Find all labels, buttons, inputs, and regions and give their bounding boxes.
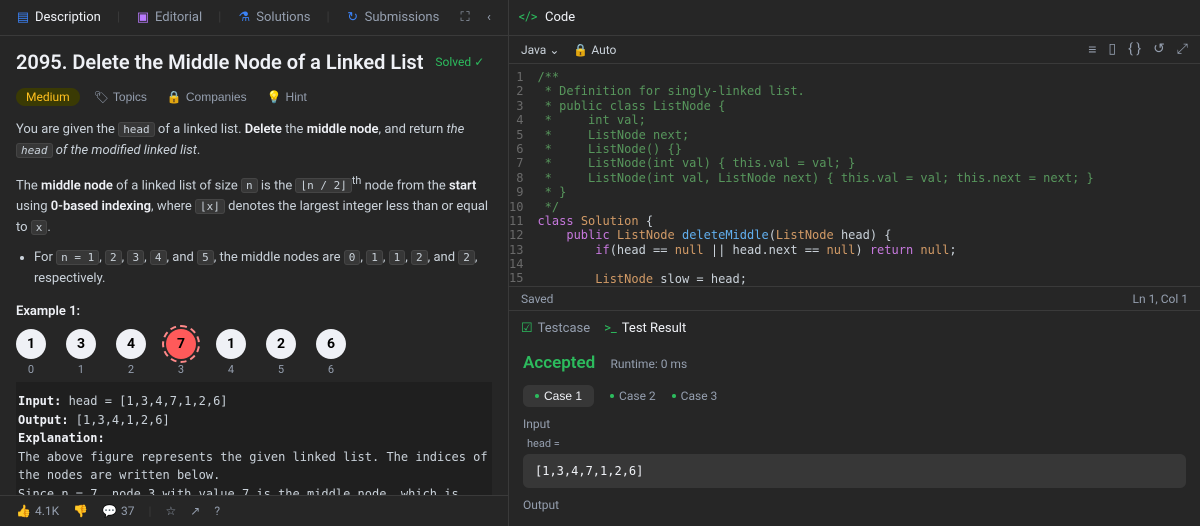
result-panel: ☑Testcase >_Test Result Accepted Runtime… — [509, 310, 1200, 526]
topics-button[interactable]: 🏷Topics — [88, 88, 153, 106]
check-icon: ✓ — [474, 55, 484, 69]
braces-icon[interactable]: { } — [1128, 41, 1141, 58]
tab-testcase[interactable]: ☑Testcase — [521, 321, 590, 336]
list-node: 4 — [116, 329, 146, 359]
list-node-index: 4 — [228, 363, 234, 376]
example-1-block: Input: head = [1,3,4,7,1,2,6] Output: [1… — [16, 382, 492, 495]
code-panel: </> Code Java⌄ 🔒Auto ≡ ▯ { } ↺ ⤢ 1234567… — [508, 0, 1200, 526]
lock-icon: 🔒 — [167, 90, 182, 104]
bulb-icon: 💡 — [267, 90, 282, 104]
comments-button[interactable]: 💬37 — [102, 504, 134, 518]
like-button[interactable]: 👍4.1K — [16, 504, 59, 518]
input-label: Input — [523, 417, 1186, 431]
case-3-button[interactable]: Case 3 — [672, 389, 718, 403]
description-body: 2095. Delete the Middle Node of a Linked… — [0, 36, 508, 495]
star-icon: ☆ — [165, 504, 176, 518]
code-header: </> Code — [509, 0, 1200, 36]
fullscreen-icon[interactable]: ⤢ — [1177, 41, 1188, 58]
question-icon: ? — [214, 504, 220, 518]
saved-status: Saved — [521, 292, 553, 306]
hint-button[interactable]: 💡Hint — [261, 88, 313, 106]
description-panel: ▤ Description | ▣ Editorial | ⚗ Solution… — [0, 0, 508, 526]
tab-solutions-label: Solutions — [256, 10, 310, 25]
code-label: Code — [545, 10, 575, 25]
list-node: 1 — [216, 329, 246, 359]
list-node: 1 — [16, 329, 46, 359]
code-toolbar: Java⌄ 🔒Auto ≡ ▯ { } ↺ ⤢ — [509, 36, 1200, 64]
companies-button[interactable]: 🔒Companies — [161, 88, 253, 106]
list-node: 7 — [166, 329, 196, 359]
line-gutter: 123456789101112131415 — [509, 64, 531, 286]
difficulty-pill: Medium — [16, 88, 80, 106]
expand-icon[interactable]: ⛶ — [458, 11, 472, 25]
problem-title: 2095. Delete the Middle Node of a Linked… — [16, 50, 423, 74]
list-node-index: 1 — [78, 363, 84, 376]
tab-solutions[interactable]: ⚗ Solutions — [233, 8, 314, 27]
verdict: Accepted — [523, 353, 595, 373]
code-lines: /** * Definition for singly-linked list.… — [531, 64, 1093, 286]
thumbs-down-icon: 👎 — [73, 504, 88, 518]
chevron-down-icon: ⌄ — [549, 43, 559, 57]
code-editor[interactable]: 123456789101112131415 /** * Definition f… — [509, 64, 1200, 286]
cursor-position: Ln 1, Col 1 — [1133, 292, 1188, 306]
doc-icon: ▤ — [16, 11, 30, 25]
dislike-button[interactable]: 👎 — [73, 504, 88, 518]
terminal-icon: >_ — [604, 321, 617, 336]
collapse-left-icon[interactable]: ‹ — [482, 11, 496, 25]
list-node-index: 6 — [328, 363, 334, 376]
solved-badge: Solved ✓ — [435, 55, 484, 69]
tag-icon: 🏷 — [94, 90, 109, 104]
lock-icon: 🔒 — [573, 43, 588, 57]
tab-editorial-label: Editorial — [155, 10, 202, 25]
list-node-index: 3 — [178, 363, 184, 376]
book-icon: ▣ — [136, 11, 150, 25]
list-node-index: 5 — [278, 363, 284, 376]
code-icon: </> — [521, 11, 535, 25]
runtime: Runtime: 0 ms — [610, 357, 687, 371]
auto-toggle[interactable]: 🔒Auto — [573, 43, 616, 57]
comment-icon: 💬 — [102, 504, 117, 518]
input-value: [1,3,4,7,1,2,6] — [523, 454, 1186, 488]
tab-submissions-label: Submissions — [365, 10, 440, 25]
output-label: Output — [523, 498, 1186, 512]
tab-testresult[interactable]: >_Test Result — [604, 321, 686, 336]
list-node-index: 0 — [28, 363, 34, 376]
list-node: 2 — [266, 329, 296, 359]
list-node-index: 2 — [128, 363, 134, 376]
check-square-icon: ☑ — [521, 321, 533, 336]
list-node: 6 — [316, 329, 346, 359]
format-icon[interactable]: ≡ — [1088, 41, 1096, 58]
list-node: 3 — [66, 329, 96, 359]
editor-status-bar: Saved Ln 1, Col 1 — [509, 286, 1200, 310]
tab-editorial[interactable]: ▣ Editorial — [132, 8, 206, 27]
star-button[interactable]: ☆ — [165, 504, 176, 518]
feedback-button[interactable]: ? — [214, 504, 220, 518]
tab-description[interactable]: ▤ Description — [12, 8, 105, 27]
example-1-title: Example 1: — [16, 304, 492, 319]
linked-list-diagram: 10314273142566 — [16, 329, 492, 376]
tab-description-label: Description — [35, 10, 101, 25]
clock-icon: ↻ — [346, 11, 360, 25]
flask-icon: ⚗ — [237, 11, 251, 25]
problem-description: You are given the head of a linked list.… — [16, 120, 492, 290]
case-1-button[interactable]: Case 1 — [523, 385, 594, 407]
thumbs-up-icon: 👍 — [16, 504, 31, 518]
description-footer: 👍4.1K 👎 💬37 | ☆ ↗ ? — [0, 495, 508, 526]
share-button[interactable]: ↗ — [190, 504, 200, 518]
left-tabs: ▤ Description | ▣ Editorial | ⚗ Solution… — [0, 0, 508, 36]
reset-icon[interactable]: ↺ — [1153, 41, 1165, 58]
share-icon: ↗ — [190, 504, 200, 518]
case-2-button[interactable]: Case 2 — [610, 389, 656, 403]
bookmark-icon[interactable]: ▯ — [1108, 41, 1116, 58]
head-eq-label: head = — [527, 437, 1186, 450]
language-select[interactable]: Java⌄ — [521, 43, 559, 57]
tab-submissions[interactable]: ↻ Submissions — [342, 8, 444, 27]
